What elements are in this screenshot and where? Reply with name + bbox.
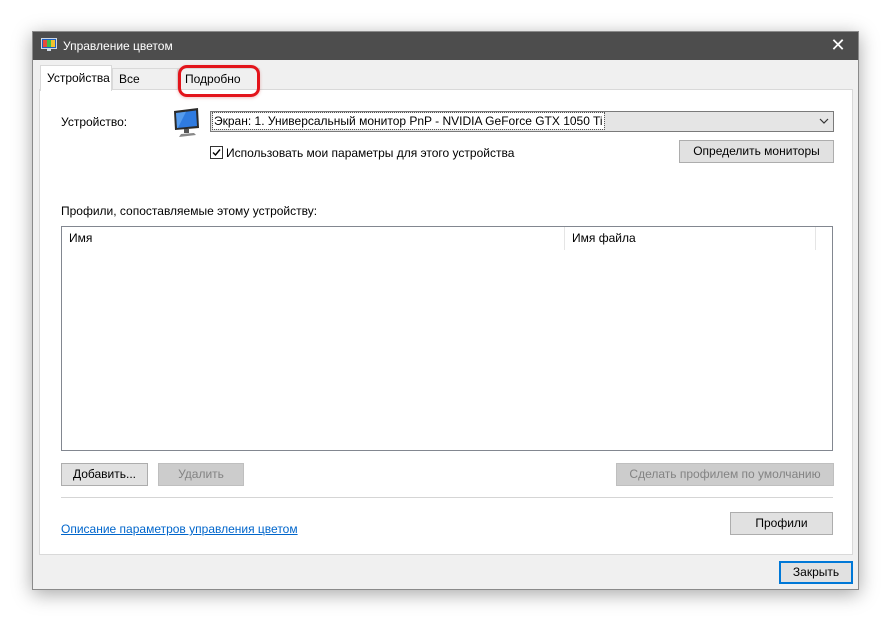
tab-devices[interactable]: Устройства	[40, 65, 112, 91]
set-default-profile-button[interactable]: Сделать профилем по умолчанию	[616, 463, 834, 486]
color-management-icon	[41, 38, 57, 51]
use-settings-label[interactable]: Использовать мои параметры для этого уст…	[226, 146, 514, 160]
close-icon[interactable]: ✕	[818, 32, 858, 60]
remove-profile-button[interactable]: Удалить	[158, 463, 244, 486]
tab-advanced[interactable]: Подробно	[178, 68, 260, 90]
devices-panel: Устройство: Экран: 1. Универсальный мони…	[39, 89, 853, 555]
column-divider[interactable]	[815, 227, 816, 250]
title-bar[interactable]: Управление цветом ✕	[33, 32, 858, 60]
add-profile-button[interactable]: Добавить...	[61, 463, 148, 486]
checkmark-icon	[212, 149, 221, 157]
device-label: Устройство:	[61, 115, 128, 129]
device-select-value: Экран: 1. Универсальный монитор PnP - NV…	[212, 112, 605, 130]
chevron-down-icon[interactable]	[815, 112, 833, 131]
profiles-button[interactable]: Профили	[730, 512, 833, 535]
column-header-filename[interactable]: Имя файла	[565, 227, 815, 250]
tab-all-profiles[interactable]: Все профили	[112, 68, 178, 106]
identify-monitors-button[interactable]: Определить мониторы	[679, 140, 834, 163]
column-header-name[interactable]: Имя	[62, 227, 565, 250]
color-management-window: Управление цветом ✕ Устройства Все профи…	[32, 31, 859, 590]
use-settings-checkbox[interactable]	[210, 146, 223, 159]
color-management-help-link[interactable]: Описание параметров управления цветом	[61, 522, 298, 536]
profiles-list[interactable]: Имя Имя файла	[61, 226, 833, 451]
window-title: Управление цветом	[63, 39, 173, 53]
device-select[interactable]: Экран: 1. Универсальный монитор PnP - NV…	[210, 111, 834, 132]
profiles-section-label: Профили, сопоставляемые этому устройству…	[61, 204, 318, 218]
close-button[interactable]: Закрыть	[779, 561, 853, 584]
monitor-icon	[174, 108, 199, 137]
divider	[61, 497, 833, 498]
